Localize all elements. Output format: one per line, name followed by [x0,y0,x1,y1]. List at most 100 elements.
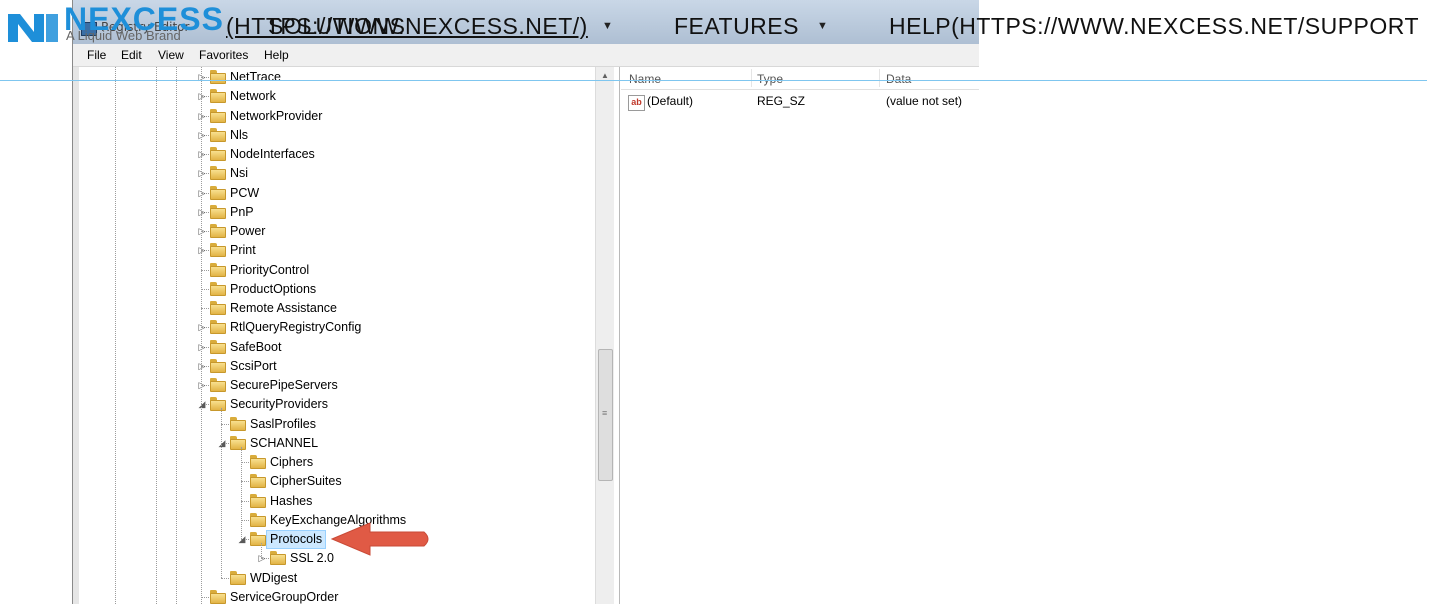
tree-item-label: Hashes [270,493,313,508]
tree-item[interactable]: KeyExchangeAlgorithms [73,511,593,530]
tree-item[interactable]: ▷ PnP [73,203,593,222]
tree-guide-line [241,446,242,539]
tree-guide-line [201,67,202,604]
nav-help-link[interactable]: HELP(HTTPS://WWW.NEXCESS.NET/SUPPORT [889,12,1419,40]
folder-icon [230,435,246,450]
tree-item[interactable]: ServiceGroupOrder [73,588,593,604]
collapse-triangle-icon[interactable]: ◢ [197,398,207,410]
features-caret-icon[interactable]: ▼ [817,20,828,32]
tree-item-label: SecurityProviders [230,397,328,412]
tree-item-label: SaslProfiles [250,416,316,431]
folder-icon [210,224,226,238]
folder-icon [210,204,226,219]
tree-item-label: ServiceGroupOrder [230,589,339,604]
tree-item[interactable]: ▷ ScsiPort [73,357,593,376]
folder-icon [250,512,266,527]
solutions-caret-icon[interactable]: ▼ [602,20,613,32]
collapse-triangle-icon[interactable]: ◢ [217,437,227,449]
tree-item[interactable]: Remote Assistance [73,299,593,318]
expand-triangle-icon[interactable]: ▷ [197,244,207,256]
expand-triangle-icon[interactable]: ▷ [257,552,267,564]
tree-item[interactable]: ▷ Nsi [73,164,593,183]
folder-icon [210,108,226,123]
values-pane[interactable]: Name Type Data ab (Default) REG_SZ (valu… [621,67,979,604]
tree-item-label: NetworkProvider [230,108,323,123]
tree-item[interactable]: ▷ Network [73,87,593,106]
screenshot: Registry Editor File Edit View Favorites… [0,0,1443,604]
folder-icon [250,532,266,546]
tree-item[interactable]: Ciphers [73,453,593,472]
folder-icon [210,358,226,373]
expand-triangle-icon[interactable]: ▷ [197,379,207,391]
tree-item[interactable]: PriorityControl [73,261,593,280]
nav-solutions[interactable]: SOLUTIONS [268,12,405,40]
folder-icon [250,493,266,508]
tree-item-label: Ciphers [270,455,314,469]
collapse-triangle-icon[interactable]: ◢ [237,533,247,545]
folder-icon [270,551,286,566]
value-type: REG_SZ [757,94,806,108]
folder-icon [210,589,226,604]
tree-item-label-selected: Protocols [266,530,327,549]
tree-item[interactable]: ▷ SSL 2.0 [73,549,593,568]
folder-icon [210,397,226,412]
expand-triangle-icon[interactable]: ▷ [197,360,207,372]
tree-item-label: RtlQueryRegistryConfig [230,320,362,335]
tree-item-label: NodeInterfaces [230,147,315,161]
tree-item[interactable]: ▷ SafeBoot [73,338,593,357]
header-divider [0,80,1427,81]
tree-item-label: SSL 2.0 [290,551,335,566]
tree-item[interactable]: ProductOptions [73,280,593,299]
expand-triangle-icon[interactable]: ▷ [197,129,207,141]
tree-item[interactable]: SaslProfiles [73,415,593,434]
key-tree-pane[interactable]: ▷ NetTrace ▷ Network ▷ NetworkProvider ▷ Nls ▷ No… [73,67,620,604]
folder-icon [210,262,226,277]
expand-triangle-icon[interactable]: ▷ [197,90,207,102]
tree-item[interactable]: ▷ Print [73,241,593,260]
tree-item-label: SCHANNEL [250,435,319,450]
tree-item-label: PCW [230,185,260,200]
tree-item[interactable]: ▷ Power [73,222,593,241]
tree-scrollbar[interactable]: ▲ ≡ [595,67,614,604]
expand-triangle-icon[interactable]: ▷ [197,321,207,333]
tree-item-label: Remote Assistance [230,301,337,315]
tree-item[interactable]: ▷ PCW [73,184,593,203]
tree-item[interactable]: ▷ Nls [73,126,593,145]
expand-triangle-icon[interactable]: ▷ [197,110,207,122]
tree-item[interactable]: WDigest [73,569,593,588]
nav-features[interactable]: FEATURES [674,12,799,40]
nexcess-logo-icon[interactable] [6,8,60,44]
folder-icon [210,320,226,335]
tree-guide-line [261,543,262,559]
tree-item[interactable]: ◢ SCHANNEL [73,434,593,453]
tree-item[interactable]: Hashes [73,492,593,511]
tree-item[interactable]: ◢ Protocols [73,530,593,549]
expand-triangle-icon[interactable]: ▷ [197,167,207,179]
scroll-grip-icon: ≡ [602,408,608,418]
tree-item-label: SafeBoot [230,339,282,354]
folder-icon [210,243,226,258]
scrollbar-thumb[interactable]: ≡ [598,349,613,481]
tree-item-label: SecurePipeServers [230,378,338,392]
tree-guide-line [221,408,222,578]
value-data: (value not set) [886,94,963,108]
tree-item[interactable]: CipherSuites [73,472,593,491]
folder-icon [210,339,226,354]
tree-item[interactable]: ▷ NodeInterfaces [73,145,593,164]
tree-item-label: PriorityControl [230,262,310,277]
expand-triangle-icon[interactable]: ▷ [197,148,207,160]
expand-triangle-icon[interactable]: ▷ [197,206,207,218]
tree-item[interactable]: ◢ SecurityProviders [73,395,593,414]
value-name[interactable]: (Default) [647,94,693,112]
tree-item-label: Power [230,224,266,238]
folder-icon [230,416,246,431]
tree-item[interactable]: ▷ SecurePipeServers [73,376,593,395]
expand-triangle-icon[interactable]: ▷ [197,341,207,353]
expand-triangle-icon[interactable]: ▷ [197,187,207,199]
folder-icon [210,147,226,161]
expand-triangle-icon[interactable]: ▷ [197,225,207,237]
tree-item[interactable]: ▷ NetworkProvider [73,107,593,126]
tree-item-label: CipherSuites [270,474,342,489]
folder-icon [210,127,226,142]
tree-item[interactable]: ▷ RtlQueryRegistryConfig [73,318,593,337]
